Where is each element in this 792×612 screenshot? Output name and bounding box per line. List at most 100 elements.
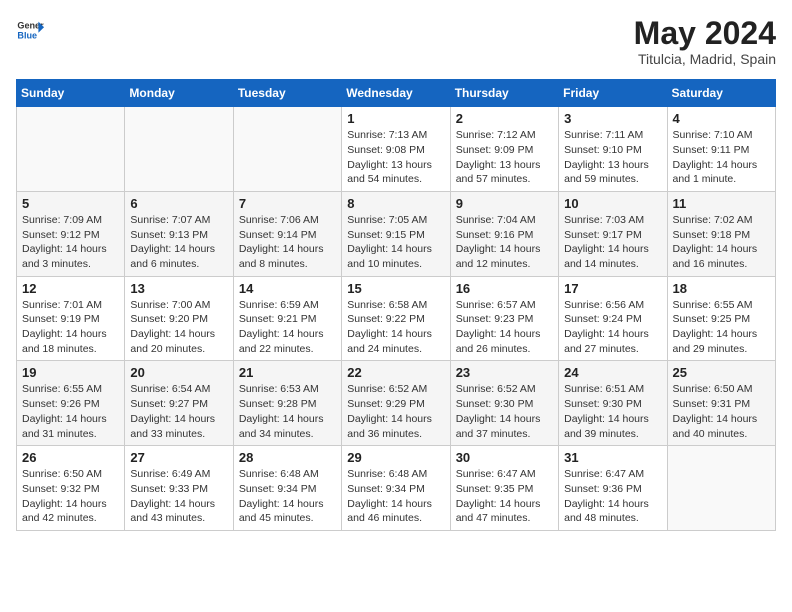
day-number: 3 [564,111,661,126]
calendar-day-28: 28 Sunrise: 6:48 AM Sunset: 9:34 PM Dayli… [233,446,341,531]
day-number: 15 [347,281,444,296]
day-header-saturday: Saturday [667,80,775,107]
calendar-day-9: 9 Sunrise: 7:04 AM Sunset: 9:16 PM Daylig… [450,191,558,276]
calendar-header-row: SundayMondayTuesdayWednesdayThursdayFrid… [17,80,776,107]
day-number: 6 [130,196,227,211]
calendar-day-26: 26 Sunrise: 6:50 AM Sunset: 9:32 PM Dayli… [17,446,125,531]
calendar-table: SundayMondayTuesdayWednesdayThursdayFrid… [16,79,776,531]
day-number: 19 [22,365,119,380]
day-number: 28 [239,450,336,465]
calendar-day-1: 1 Sunrise: 7:13 AM Sunset: 9:08 PM Daylig… [342,107,450,192]
day-header-thursday: Thursday [450,80,558,107]
day-header-monday: Monday [125,80,233,107]
calendar-day-17: 17Sunrise: 6:56 AM Sunset: 9:24 PM Dayli… [559,276,667,361]
calendar-day-16: 16Sunrise: 6:57 AM Sunset: 9:23 PM Dayli… [450,276,558,361]
calendar-empty-cell [233,107,341,192]
subtitle: Titulcia, Madrid, Spain [634,51,776,67]
day-info: Sunrise: 6:47 AM Sunset: 9:36 PM Dayligh… [564,467,661,526]
calendar-week-row: 12 Sunrise: 7:01 AM Sunset: 9:19 PM Dayli… [17,276,776,361]
calendar-day-3: 3Sunrise: 7:11 AM Sunset: 9:10 PM Daylig… [559,107,667,192]
day-info: Sunrise: 7:06 AM Sunset: 9:14 PM Dayligh… [239,213,336,272]
day-number: 9 [456,196,553,211]
calendar-day-5: 5Sunrise: 7:09 AM Sunset: 9:12 PM Daylig… [17,191,125,276]
day-info: Sunrise: 6:47 AM Sunset: 9:35 PM Dayligh… [456,467,553,526]
calendar-day-24: 24Sunrise: 6:51 AM Sunset: 9:30 PM Dayli… [559,361,667,446]
day-header-wednesday: Wednesday [342,80,450,107]
calendar-day-14: 14Sunrise: 6:59 AM Sunset: 9:21 PM Dayli… [233,276,341,361]
calendar-week-row: 19 Sunrise: 6:55 AM Sunset: 9:26 PM Dayli… [17,361,776,446]
day-info: Sunrise: 6:58 AM Sunset: 9:22 PM Dayligh… [347,298,444,357]
day-info: Sunrise: 7:03 AM Sunset: 9:17 PM Dayligh… [564,213,661,272]
day-number: 20 [130,365,227,380]
day-number: 11 [673,196,770,211]
day-number: 10 [564,196,661,211]
day-info: Sunrise: 6:48 AM Sunset: 9:34 PM Dayligh… [239,467,336,526]
day-number: 21 [239,365,336,380]
calendar-week-row: 1 Sunrise: 7:13 AM Sunset: 9:08 PM Daylig… [17,107,776,192]
day-info: Sunrise: 7:12 AM Sunset: 9:09 PM Dayligh… [456,128,553,187]
day-info: Sunrise: 6:50 AM Sunset: 9:31 PM Dayligh… [673,382,770,441]
day-number: 30 [456,450,553,465]
day-header-friday: Friday [559,80,667,107]
logo: General Blue [16,16,48,44]
day-number: 1 [347,111,444,126]
page: General Blue May 2024 Titulcia, Madrid, … [0,0,792,541]
day-info: Sunrise: 6:48 AM Sunset: 9:34 PM Dayligh… [347,467,444,526]
day-number: 29 [347,450,444,465]
calendar-day-22: 22Sunrise: 6:52 AM Sunset: 9:29 PM Dayli… [342,361,450,446]
day-number: 18 [673,281,770,296]
calendar-day-27: 27Sunrise: 6:49 AM Sunset: 9:33 PM Dayli… [125,446,233,531]
calendar-day-18: 18 Sunrise: 6:55 AM Sunset: 9:25 PM Dayli… [667,276,775,361]
day-info: Sunrise: 6:50 AM Sunset: 9:32 PM Dayligh… [22,467,119,526]
day-info: Sunrise: 6:51 AM Sunset: 9:30 PM Dayligh… [564,382,661,441]
day-info: Sunrise: 6:49 AM Sunset: 9:33 PM Dayligh… [130,467,227,526]
calendar-day-31: 31 Sunrise: 6:47 AM Sunset: 9:36 PM Dayli… [559,446,667,531]
calendar-day-6: 6 Sunrise: 7:07 AM Sunset: 9:13 PM Daylig… [125,191,233,276]
day-info: Sunrise: 6:53 AM Sunset: 9:28 PM Dayligh… [239,382,336,441]
calendar-day-15: 15 Sunrise: 6:58 AM Sunset: 9:22 PM Dayli… [342,276,450,361]
calendar-day-7: 7 Sunrise: 7:06 AM Sunset: 9:14 PM Daylig… [233,191,341,276]
logo-icon: General Blue [16,16,44,44]
day-number: 8 [347,196,444,211]
day-info: Sunrise: 7:00 AM Sunset: 9:20 PM Dayligh… [130,298,227,357]
calendar-day-8: 8 Sunrise: 7:05 AM Sunset: 9:15 PM Daylig… [342,191,450,276]
day-header-sunday: Sunday [17,80,125,107]
day-info: Sunrise: 6:54 AM Sunset: 9:27 PM Dayligh… [130,382,227,441]
day-info: Sunrise: 7:04 AM Sunset: 9:16 PM Dayligh… [456,213,553,272]
svg-text:Blue: Blue [17,30,37,40]
day-number: 26 [22,450,119,465]
day-info: Sunrise: 7:02 AM Sunset: 9:18 PM Dayligh… [673,213,770,272]
day-info: Sunrise: 6:55 AM Sunset: 9:26 PM Dayligh… [22,382,119,441]
day-info: Sunrise: 7:10 AM Sunset: 9:11 PM Dayligh… [673,128,770,187]
day-info: Sunrise: 7:07 AM Sunset: 9:13 PM Dayligh… [130,213,227,272]
day-info: Sunrise: 7:13 AM Sunset: 9:08 PM Dayligh… [347,128,444,187]
day-number: 31 [564,450,661,465]
calendar-day-29: 29 Sunrise: 6:48 AM Sunset: 9:34 PM Dayli… [342,446,450,531]
calendar-day-12: 12 Sunrise: 7:01 AM Sunset: 9:19 PM Dayli… [17,276,125,361]
main-title: May 2024 [634,16,776,51]
calendar-empty-cell [125,107,233,192]
calendar-day-4: 4Sunrise: 7:10 AM Sunset: 9:11 PM Daylig… [667,107,775,192]
day-number: 2 [456,111,553,126]
day-number: 7 [239,196,336,211]
calendar-day-10: 10 Sunrise: 7:03 AM Sunset: 9:17 PM Dayli… [559,191,667,276]
calendar-day-23: 23Sunrise: 6:52 AM Sunset: 9:30 PM Dayli… [450,361,558,446]
day-number: 12 [22,281,119,296]
calendar-day-13: 13 Sunrise: 7:00 AM Sunset: 9:20 PM Dayli… [125,276,233,361]
day-number: 13 [130,281,227,296]
calendar-week-row: 5Sunrise: 7:09 AM Sunset: 9:12 PM Daylig… [17,191,776,276]
calendar-empty-cell [667,446,775,531]
day-info: Sunrise: 6:57 AM Sunset: 9:23 PM Dayligh… [456,298,553,357]
day-info: Sunrise: 7:05 AM Sunset: 9:15 PM Dayligh… [347,213,444,272]
title-block: May 2024 Titulcia, Madrid, Spain [634,16,776,67]
day-number: 25 [673,365,770,380]
day-info: Sunrise: 6:52 AM Sunset: 9:30 PM Dayligh… [456,382,553,441]
day-header-tuesday: Tuesday [233,80,341,107]
day-number: 17 [564,281,661,296]
day-info: Sunrise: 7:01 AM Sunset: 9:19 PM Dayligh… [22,298,119,357]
day-number: 5 [22,196,119,211]
calendar-week-row: 26 Sunrise: 6:50 AM Sunset: 9:32 PM Dayli… [17,446,776,531]
day-info: Sunrise: 6:55 AM Sunset: 9:25 PM Dayligh… [673,298,770,357]
calendar-day-2: 2 Sunrise: 7:12 AM Sunset: 9:09 PM Daylig… [450,107,558,192]
day-number: 22 [347,365,444,380]
